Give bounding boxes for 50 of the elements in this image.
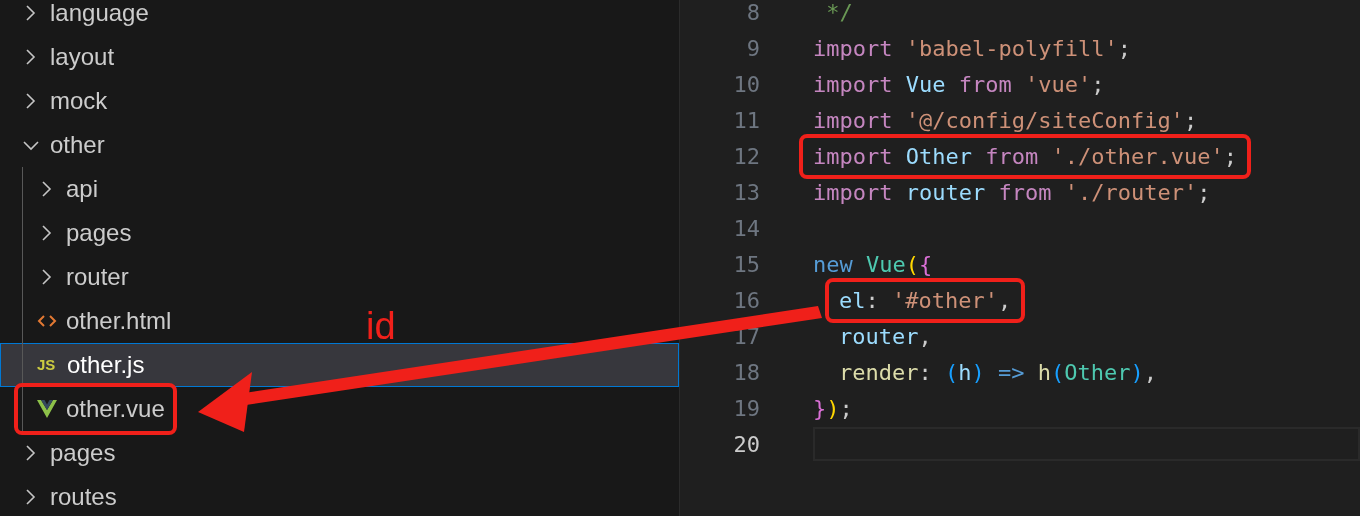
- file-name: other: [50, 130, 105, 160]
- folder-item[interactable]: layout: [0, 35, 123, 79]
- code-line: import router from './router';: [813, 178, 1211, 207]
- file-name: mock: [50, 86, 108, 116]
- js-file-icon: JS: [37, 353, 59, 377]
- folder-item[interactable]: pages: [0, 211, 140, 255]
- file-name: pages: [50, 438, 116, 468]
- code-line: router,: [839, 322, 932, 351]
- file-name: api: [66, 174, 99, 204]
- code-line: new Vue({: [813, 250, 933, 279]
- file-name: routes: [50, 482, 117, 512]
- folder-item[interactable]: language: [0, 0, 157, 35]
- line-number: 14: [732, 214, 760, 243]
- folder-item[interactable]: other: [0, 123, 113, 167]
- line-number: 11: [732, 106, 760, 135]
- file-name: other.js: [67, 350, 145, 380]
- folder-item[interactable]: api: [0, 167, 107, 211]
- code-line: import 'babel-polyfill';: [813, 34, 1131, 63]
- file-name: other.vue: [66, 394, 165, 424]
- line-number: 19: [732, 394, 760, 423]
- code-line: import Other from './other.vue';: [813, 142, 1237, 171]
- code-line: import '@/config/siteConfig';: [813, 106, 1198, 135]
- line-number: 20: [732, 430, 760, 459]
- code-line: render: (h) => h(Other),: [839, 358, 1157, 387]
- line-number: 13: [732, 178, 760, 207]
- file-name: other.html: [66, 306, 172, 336]
- file-item[interactable]: other.vue: [0, 387, 185, 431]
- file-name: layout: [50, 42, 115, 72]
- folder-item[interactable]: mock: [0, 79, 116, 123]
- folder-item[interactable]: routes: [0, 475, 125, 516]
- code-line: */: [825, 0, 853, 27]
- folder-item[interactable]: pages: [0, 431, 124, 475]
- folder-item[interactable]: router: [0, 255, 137, 299]
- line-number: 9: [745, 34, 760, 63]
- line-number: 16: [732, 286, 760, 315]
- line-number: 12: [732, 142, 760, 171]
- code-line: import Vue from 'vue';: [813, 70, 1105, 99]
- file-name: router: [66, 262, 129, 292]
- vue-logo-icon: [37, 400, 57, 418]
- line-number: 18: [732, 358, 760, 387]
- file-name: language: [50, 0, 149, 28]
- annotation-label: id: [366, 310, 396, 342]
- line-number: 8: [745, 0, 760, 27]
- line-number: 15: [732, 250, 760, 279]
- code-line: });: [813, 394, 853, 423]
- code-brackets-icon: [37, 313, 57, 329]
- line-number: 10: [732, 70, 760, 99]
- file-name: pages: [66, 218, 132, 248]
- file-item[interactable]: other.html: [0, 299, 180, 343]
- code-line: el: '#other',: [839, 286, 1012, 315]
